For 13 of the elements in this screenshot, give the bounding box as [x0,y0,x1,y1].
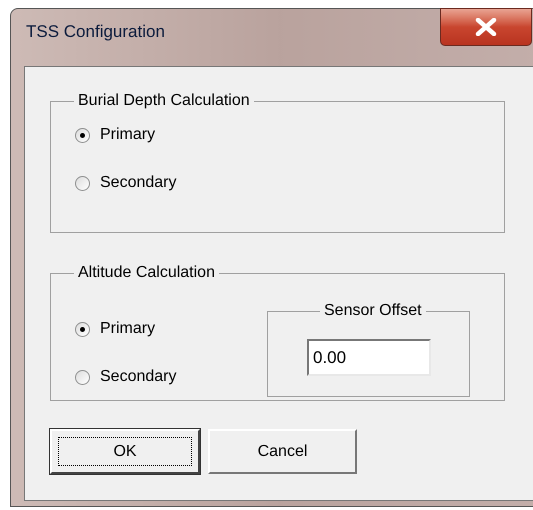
radio-button[interactable]: Secondary [75,171,504,195]
radio-button[interactable]: Primary [75,123,504,147]
group-title: Burial Depth Calculation [77,91,251,111]
dialog-button[interactable]: Cancel [208,429,357,474]
sensor-offset-field[interactable]: 0.00 [307,339,431,376]
close-button[interactable] [440,8,532,46]
dialog-button[interactable]: OK [50,429,200,474]
close-icon [475,18,497,36]
group-title: Sensor Offset [323,301,423,321]
radio-button[interactable]: Secondary [75,365,267,389]
radio-button[interactable]: Primary [75,317,267,341]
window-title: TSS Configuration [26,20,165,43]
group-title: Altitude Calculation [77,263,216,283]
